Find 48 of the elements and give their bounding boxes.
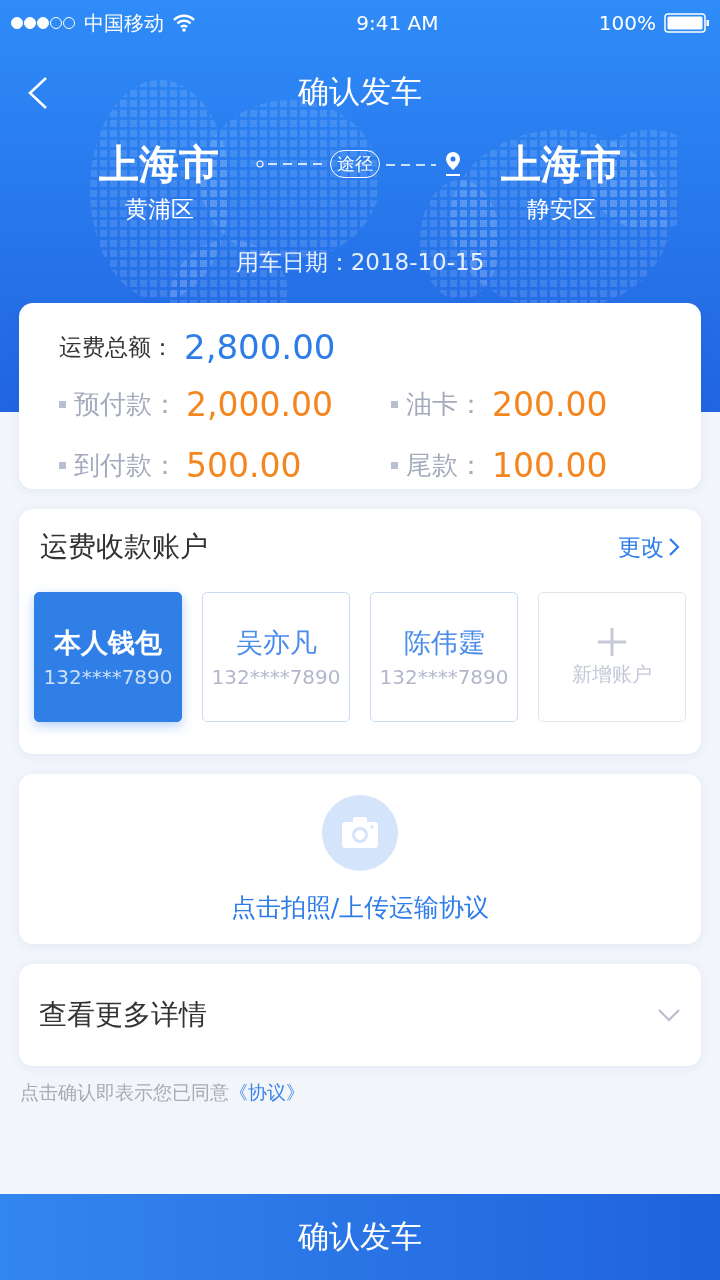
account-option[interactable]: 陈伟霆 132****7890 xyxy=(370,592,518,722)
fee-label: 到付款： xyxy=(74,449,178,482)
account-phone: 132****7890 xyxy=(43,665,173,689)
fee-amount: 2,000.00 xyxy=(186,385,333,424)
trip-date: 用车日期：2018-10-15 xyxy=(234,248,486,277)
account-name: 吴亦凡 xyxy=(235,626,317,660)
battery-icon xyxy=(664,13,710,33)
account-option[interactable]: 吴亦凡 132****7890 xyxy=(202,592,350,722)
upload-card[interactable]: 点击拍照/上传运输协议 xyxy=(19,774,701,944)
details-label: 查看更多详情 xyxy=(39,997,207,1033)
destination-district: 静安区 xyxy=(526,195,596,224)
fee-amount: 500.00 xyxy=(186,446,302,485)
fee-label: 尾款： xyxy=(406,449,484,482)
fee-amount: 100.00 xyxy=(492,446,608,485)
carrier-name: 中国移动 xyxy=(84,9,164,37)
camera-icon xyxy=(322,794,398,871)
signal-icon xyxy=(10,16,76,30)
fee-amount: 200.00 xyxy=(492,385,608,424)
bullet-icon xyxy=(391,401,398,408)
origin-district: 黄浦区 xyxy=(124,195,194,224)
section-title: 运费收款账户 xyxy=(40,529,208,565)
agreement-text: 点击确认即表示您已同意《协议》 xyxy=(19,1080,306,1105)
route-line-icon xyxy=(256,159,324,169)
account-option[interactable]: 本人钱包 132****7890 xyxy=(34,592,182,722)
chevron-icon xyxy=(668,537,680,557)
account-phone: 132****7890 xyxy=(211,665,341,689)
fee-label: 运费总额： xyxy=(59,332,174,362)
page-title: 确认发车 xyxy=(298,72,422,111)
bullet-icon xyxy=(391,462,398,469)
bullet-icon xyxy=(59,401,66,408)
confirm-button[interactable]: 确认发车 xyxy=(0,1194,720,1280)
change-link[interactable]: 更改 xyxy=(618,531,680,563)
battery-percent: 100% xyxy=(598,11,656,35)
status-time: 9:41 AM xyxy=(356,11,439,35)
upload-label: 点击拍照/上传运输协议 xyxy=(230,891,490,924)
origin-city: 上海市 xyxy=(99,140,219,189)
agreement-link[interactable]: 《协议》 xyxy=(229,1081,305,1103)
wifi-icon xyxy=(172,14,196,32)
fee-label: 预付款： xyxy=(74,388,178,421)
account-phone: 132****7890 xyxy=(379,665,509,689)
account-name: 本人钱包 xyxy=(54,626,162,660)
fee-label: 油卡： xyxy=(406,388,484,421)
details-toggle[interactable]: 查看更多详情 xyxy=(19,964,701,1066)
fee-amount: 2,800.00 xyxy=(184,327,336,367)
plus-icon xyxy=(597,626,627,657)
bullet-icon xyxy=(59,462,66,469)
account-name: 陈伟霆 xyxy=(403,626,485,660)
destination-city: 上海市 xyxy=(501,140,621,189)
